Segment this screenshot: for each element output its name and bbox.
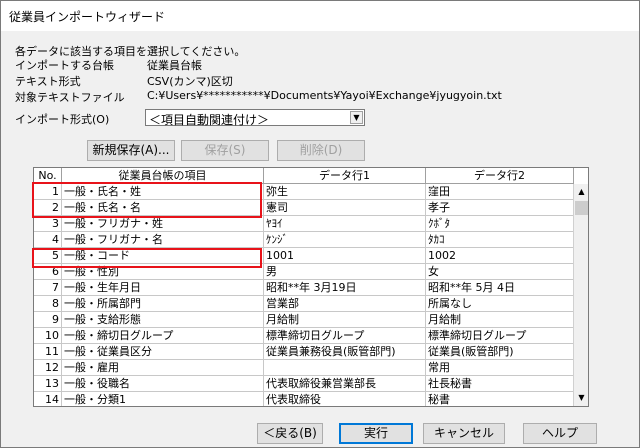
execute-button[interactable]: 実行 <box>339 423 413 444</box>
table-row[interactable]: 4 一般・フリガナ・名 ｹﾝｼﾞ ﾀｶｺ <box>34 232 574 248</box>
cell-data2[interactable]: 常用 <box>426 360 574 376</box>
import-format-label: インポート形式(O) <box>15 113 110 126</box>
cell-data2[interactable]: 1002 <box>426 248 574 264</box>
target-file-label: 対象テキストファイル <box>15 91 125 104</box>
table-row[interactable]: 11 一般・従業員区分 従業員兼務役員(販管部門) 従業員(販管部門) <box>34 344 574 360</box>
cell-item[interactable]: 一般・氏名・名 <box>62 200 264 216</box>
cell-item[interactable]: 一般・フリガナ・名 <box>62 232 264 248</box>
table-row[interactable]: 7 一般・生年月日 昭和**年 3月19日 昭和**年 5月 4日 <box>34 280 574 296</box>
cell-item[interactable]: 一般・支給形態 <box>62 312 264 328</box>
new-save-button[interactable]: 新規保存(A)... <box>87 140 175 161</box>
cell-no[interactable]: 3 <box>34 216 62 232</box>
cell-data2[interactable]: 従業員(販管部門) <box>426 344 574 360</box>
scroll-up-icon[interactable]: ▲ <box>574 184 588 200</box>
cell-no[interactable]: 14 <box>34 392 62 406</box>
cell-data2[interactable]: 窪田 <box>426 184 574 200</box>
cell-data2[interactable]: ﾀｶｺ <box>426 232 574 248</box>
cell-no[interactable]: 6 <box>34 264 62 280</box>
cell-item[interactable]: 一般・コード <box>62 248 264 264</box>
cell-item[interactable]: 一般・分類1 <box>62 392 264 406</box>
cell-data1[interactable]: 代表取締役 <box>264 392 426 406</box>
table-row[interactable]: 9 一般・支給形態 月給制 月給制 <box>34 312 574 328</box>
cell-item[interactable]: 一般・締切日グループ <box>62 328 264 344</box>
cell-no[interactable]: 2 <box>34 200 62 216</box>
cell-no[interactable]: 10 <box>34 328 62 344</box>
import-ledger-value: 従業員台帳 <box>147 59 202 72</box>
import-format-select[interactable]: ＜項目自動関連付け＞ ▼ <box>145 109 365 127</box>
cell-item[interactable]: 一般・フリガナ・姓 <box>62 216 264 232</box>
cell-no[interactable]: 5 <box>34 248 62 264</box>
cell-data1[interactable]: ﾔﾖｲ <box>264 216 426 232</box>
help-button[interactable]: ヘルプ <box>523 423 597 444</box>
cell-data1[interactable]: 昭和**年 3月19日 <box>264 280 426 296</box>
cell-item[interactable]: 一般・雇用 <box>62 360 264 376</box>
table-row[interactable]: 10 一般・締切日グループ 標準締切日グループ 標準締切日グループ <box>34 328 574 344</box>
cell-item[interactable]: 一般・氏名・姓 <box>62 184 264 200</box>
cell-no[interactable]: 13 <box>34 376 62 392</box>
cell-data1[interactable]: ｹﾝｼﾞ <box>264 232 426 248</box>
cell-no[interactable]: 1 <box>34 184 62 200</box>
cell-data1[interactable]: 憲司 <box>264 200 426 216</box>
table-row[interactable]: 14 一般・分類1 代表取締役 秘書 <box>34 392 574 406</box>
cell-data2[interactable]: ｸﾎﾞﾀ <box>426 216 574 232</box>
window-title: 従業員インポートウィザード <box>9 10 166 24</box>
cell-data2[interactable]: 秘書 <box>426 392 574 406</box>
cell-no[interactable]: 7 <box>34 280 62 296</box>
cell-item[interactable]: 一般・従業員区分 <box>62 344 264 360</box>
chevron-down-icon[interactable]: ▼ <box>350 111 363 124</box>
cell-data2[interactable]: 女 <box>426 264 574 280</box>
table-row[interactable]: 13 一般・役職名 代表取締役兼営業部長 社長秘書 <box>34 376 574 392</box>
cell-data1[interactable]: 月給制 <box>264 312 426 328</box>
cell-data1[interactable]: 代表取締役兼営業部長 <box>264 376 426 392</box>
cell-data2[interactable]: 社長秘書 <box>426 376 574 392</box>
scroll-down-icon[interactable]: ▼ <box>574 390 588 406</box>
column-header-item: 従業員台帳の項目 <box>62 168 264 184</box>
table-row[interactable]: 12 一般・雇用 常用 <box>34 360 574 376</box>
table-row[interactable]: 8 一般・所属部門 営業部 所属なし <box>34 296 574 312</box>
cell-item[interactable]: 一般・性別 <box>62 264 264 280</box>
table-row[interactable]: 1 一般・氏名・姓 弥生 窪田 <box>34 184 574 200</box>
cell-data1[interactable]: 1001 <box>264 248 426 264</box>
cell-no[interactable]: 9 <box>34 312 62 328</box>
cell-no[interactable]: 12 <box>34 360 62 376</box>
column-header-no: No. <box>34 168 62 184</box>
table-row[interactable]: 5 一般・コード 1001 1002 <box>34 248 574 264</box>
cell-data2[interactable]: 孝子 <box>426 200 574 216</box>
text-format-label: テキスト形式 <box>15 75 81 88</box>
cell-item[interactable]: 一般・所属部門 <box>62 296 264 312</box>
table-row[interactable]: 3 一般・フリガナ・姓 ﾔﾖｲ ｸﾎﾞﾀ <box>34 216 574 232</box>
cell-data1[interactable]: 標準締切日グループ <box>264 328 426 344</box>
text-format-value: CSV(カンマ)区切 <box>147 75 233 88</box>
save-button[interactable]: 保存(S) <box>181 140 269 161</box>
back-button[interactable]: ＜戻る(B) <box>257 423 323 444</box>
cell-data2[interactable]: 標準締切日グループ <box>426 328 574 344</box>
column-header-data2: データ行2 <box>426 168 574 184</box>
import-format-selected: ＜項目自動関連付け＞ <box>149 113 270 127</box>
cell-data2[interactable]: 所属なし <box>426 296 574 312</box>
cell-item[interactable]: 一般・生年月日 <box>62 280 264 296</box>
scroll-thumb[interactable] <box>575 201 588 215</box>
cell-data1[interactable] <box>264 360 426 376</box>
vertical-scrollbar[interactable]: ▲ ▼ <box>573 184 588 406</box>
cell-data2[interactable]: 月給制 <box>426 312 574 328</box>
cell-data1[interactable]: 営業部 <box>264 296 426 312</box>
cell-no[interactable]: 4 <box>34 232 62 248</box>
title-bar: 従業員インポートウィザード <box>1 1 639 31</box>
delete-button[interactable]: 削除(D) <box>277 140 365 161</box>
import-wizard-window: 従業員インポートウィザード 各データに該当する項目を選択してください。 インポー… <box>0 0 640 448</box>
cell-data2[interactable]: 昭和**年 5月 4日 <box>426 280 574 296</box>
column-header-data1: データ行1 <box>264 168 426 184</box>
cell-data1[interactable]: 弥生 <box>264 184 426 200</box>
import-ledger-label: インポートする台帳 <box>15 59 114 72</box>
cell-item[interactable]: 一般・役職名 <box>62 376 264 392</box>
cancel-button[interactable]: キャンセル <box>423 423 505 444</box>
target-file-value: C:¥Users¥***********¥Documents¥Yayoi¥Exc… <box>147 89 502 102</box>
cell-data1[interactable]: 男 <box>264 264 426 280</box>
cell-data1[interactable]: 従業員兼務役員(販管部門) <box>264 344 426 360</box>
mapping-table: No. 従業員台帳の項目 データ行1 データ行2 1 一般・氏名・姓 弥生 窪田 2 一般… <box>33 167 589 407</box>
table-row[interactable]: 6 一般・性別男女 <box>34 264 574 280</box>
cell-no[interactable]: 11 <box>34 344 62 360</box>
cell-no[interactable]: 8 <box>34 296 62 312</box>
table-row[interactable]: 2 一般・氏名・名 憲司 孝子 <box>34 200 574 216</box>
